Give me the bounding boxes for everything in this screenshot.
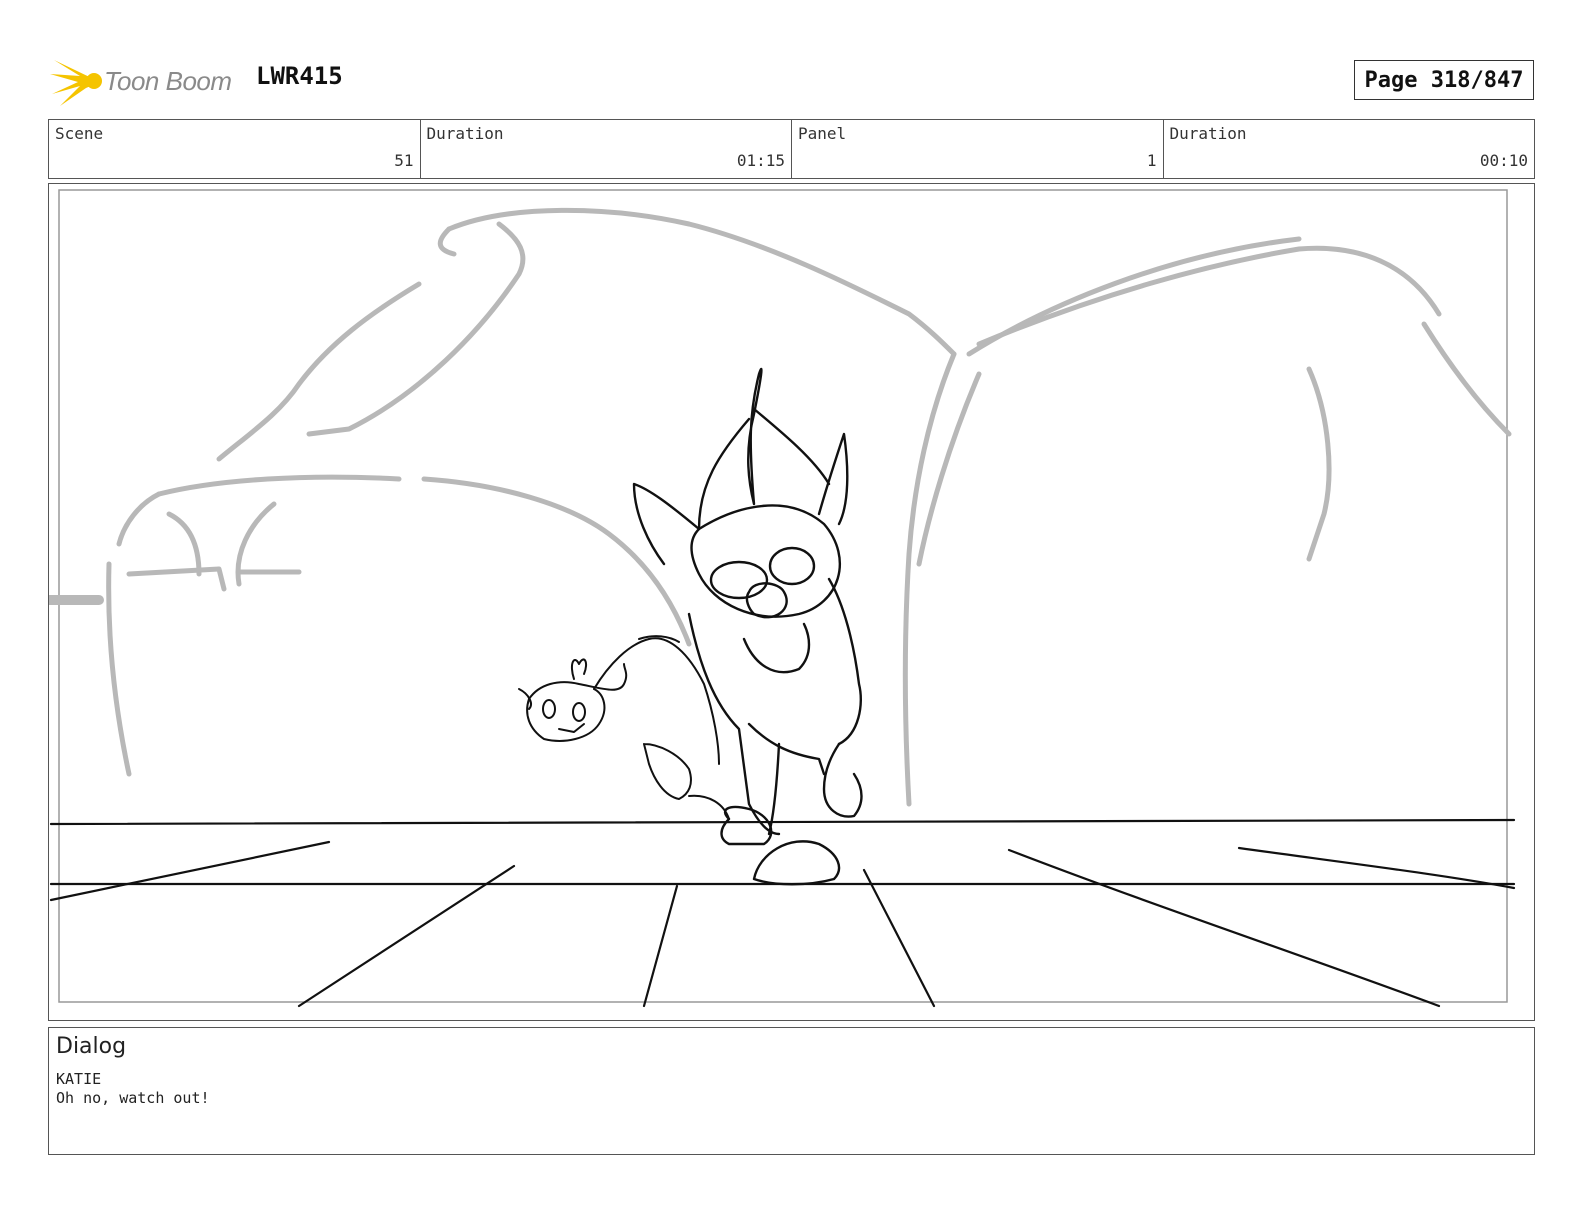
- scene-duration-value: 01:15: [736, 151, 785, 170]
- panel-label: Panel: [798, 124, 847, 143]
- starburst-icon: [50, 60, 102, 106]
- dialog-title: Dialog: [56, 1034, 127, 1059]
- scene-value: 51: [394, 151, 414, 170]
- scene-label: Scene: [55, 124, 104, 143]
- logo-text: Toon Boom: [104, 66, 232, 96]
- floor-lines: [49, 818, 1516, 1008]
- panel-sketch: [49, 189, 1516, 1008]
- scene-cell: Scene 51: [49, 120, 421, 178]
- panel-duration-cell: Duration 00:10: [1164, 120, 1535, 178]
- production-code: LWR415: [256, 62, 343, 90]
- small-cat-sketch: [518, 635, 730, 820]
- big-creature-sketch: [632, 367, 863, 886]
- dialog-box: Dialog KATIE Oh no, watch out!: [48, 1027, 1535, 1155]
- panel-duration-value: 00:10: [1479, 151, 1528, 170]
- toon-boom-logo: Toon Boom: [50, 54, 240, 108]
- dialog-speaker: KATIE: [56, 1070, 102, 1088]
- storyboard-panel: [48, 183, 1535, 1021]
- background-rocks-sketch: [49, 207, 1512, 807]
- scene-duration-cell: Duration 01:15: [421, 120, 792, 178]
- panel-duration-label: Duration: [1169, 124, 1247, 143]
- page-number: Page 318/847: [1354, 60, 1534, 100]
- dialog-line: Oh no, watch out!: [56, 1089, 210, 1107]
- panel-cell: Panel 1: [792, 120, 1164, 178]
- panel-value: 1: [1146, 151, 1157, 170]
- scene-duration-label: Duration: [426, 124, 504, 143]
- panel-info-bar: Scene 51 Duration 01:15 Panel 1 Duration…: [48, 119, 1535, 179]
